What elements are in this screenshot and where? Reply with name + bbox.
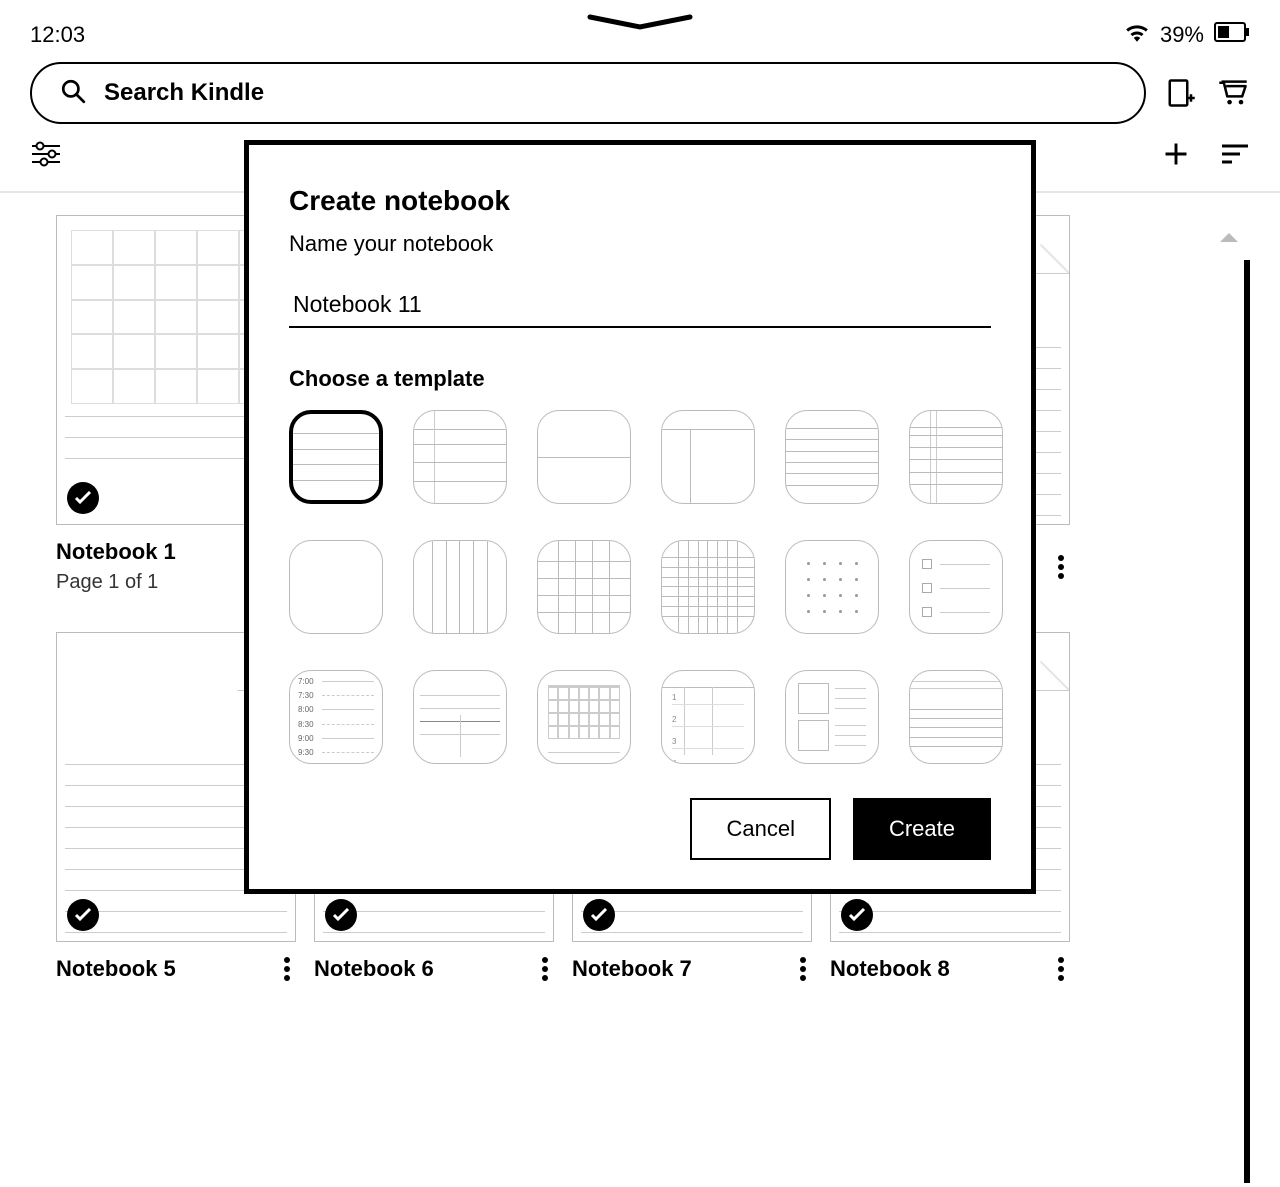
dialog-subtitle: Name your notebook	[289, 231, 991, 257]
template-top-lines[interactable]	[909, 670, 1003, 764]
template-schedule[interactable]: 7:00 7:30 8:00 8:30 9:00 9:30	[289, 670, 383, 764]
create-notebook-dialog: Create notebook Name your notebook Choos…	[244, 140, 1036, 894]
search-input[interactable]	[104, 79, 1116, 107]
create-button[interactable]: Create	[853, 798, 991, 860]
template-grid-small[interactable]	[661, 540, 755, 634]
check-icon	[583, 899, 615, 931]
template-numbered-list[interactable]: 1234	[661, 670, 755, 764]
check-icon	[841, 899, 873, 931]
more-icon[interactable]	[1058, 555, 1064, 579]
template-storyboard[interactable]	[785, 670, 879, 764]
header-row	[0, 58, 1280, 124]
filter-icon[interactable]	[30, 140, 62, 173]
more-icon[interactable]	[284, 957, 290, 981]
template-lined-margin-top[interactable]	[413, 410, 507, 504]
add-icon[interactable]	[1162, 140, 1190, 173]
search-icon	[60, 78, 86, 109]
search-pill[interactable]	[30, 62, 1146, 124]
notebook-title: Notebook 6	[314, 956, 434, 982]
template-columns[interactable]	[413, 540, 507, 634]
template-grid-large[interactable]	[537, 540, 631, 634]
cancel-button[interactable]: Cancel	[690, 798, 830, 860]
battery-icon	[1214, 22, 1250, 48]
new-book-icon[interactable]	[1164, 76, 1198, 110]
template-blank[interactable]	[289, 540, 383, 634]
swipe-down-handle[interactable]	[585, 14, 695, 37]
notebook-title: Notebook 8	[830, 956, 950, 982]
notebook-title: Notebook 1	[56, 539, 176, 565]
dialog-title: Create notebook	[289, 185, 991, 217]
template-calendar[interactable]	[537, 670, 631, 764]
more-icon[interactable]	[542, 957, 548, 981]
check-icon	[325, 899, 357, 931]
cart-icon[interactable]	[1216, 76, 1250, 110]
check-icon	[67, 482, 99, 514]
template-table-split[interactable]	[413, 670, 507, 764]
template-half-split[interactable]	[537, 410, 631, 504]
clock: 12:03	[30, 22, 85, 48]
template-cornell[interactable]	[661, 410, 755, 504]
template-lined-narrow[interactable]	[785, 410, 879, 504]
more-icon[interactable]	[1058, 957, 1064, 981]
template-lined-margin-narrow[interactable]	[909, 410, 1003, 504]
template-checklist[interactable]	[909, 540, 1003, 634]
battery-percent: 39%	[1160, 22, 1204, 48]
template-grid: 7:00 7:30 8:00 8:30 9:00 9:30	[289, 410, 991, 764]
more-icon[interactable]	[800, 957, 806, 981]
notebook-title: Notebook 7	[572, 956, 692, 982]
notebook-name-input[interactable]	[289, 283, 991, 328]
template-section-title: Choose a template	[289, 366, 991, 392]
check-icon	[67, 899, 99, 931]
template-lined-wide[interactable]	[289, 410, 383, 504]
template-dot-grid[interactable]	[785, 540, 879, 634]
wifi-icon	[1124, 22, 1150, 48]
sort-icon[interactable]	[1220, 142, 1250, 171]
notebook-title: Notebook 5	[56, 956, 176, 982]
